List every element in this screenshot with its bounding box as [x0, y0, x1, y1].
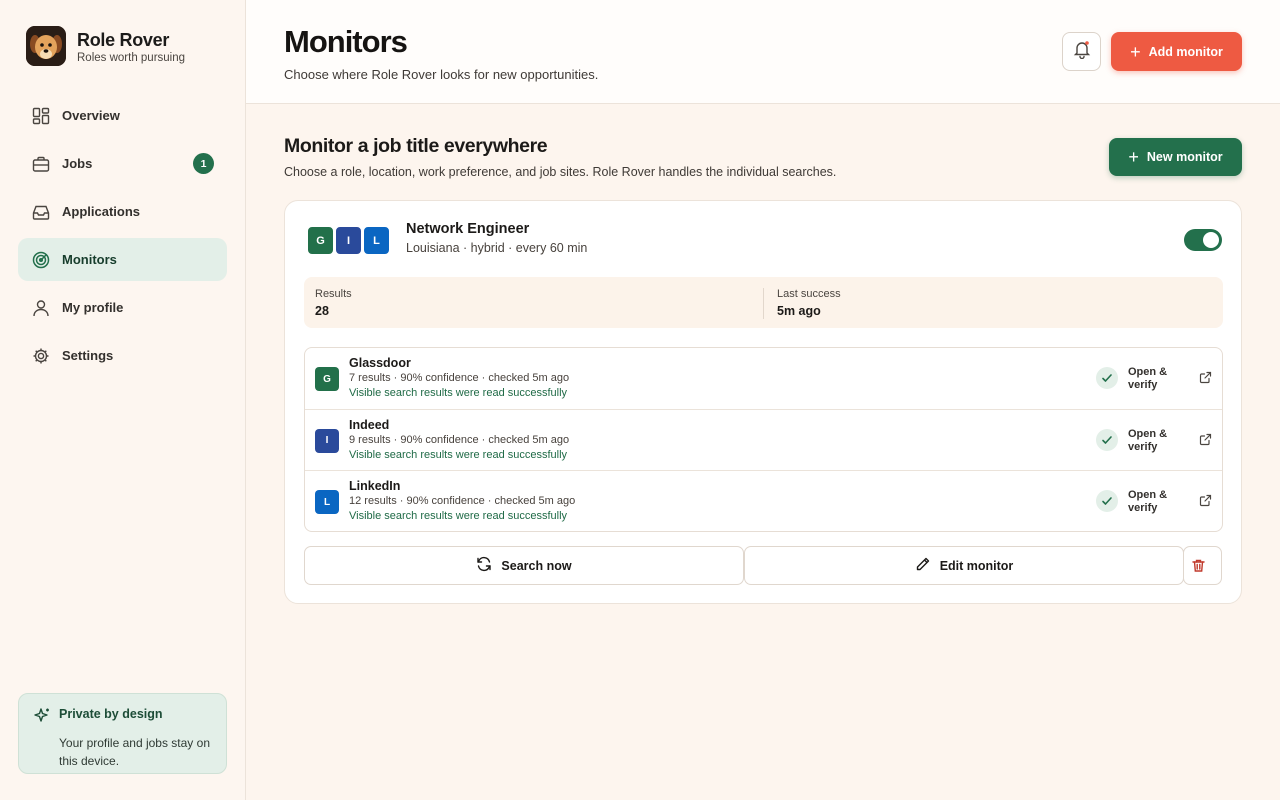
- linkedin-logo: L: [315, 490, 339, 514]
- site-status: Visible search results were read success…: [349, 510, 568, 522]
- sidebar-item-my-profile[interactable]: My profile: [18, 286, 227, 329]
- delete-monitor-button[interactable]: [1183, 546, 1222, 585]
- pencil-icon: [915, 556, 940, 575]
- monitor-title: Network Engineer: [406, 221, 530, 237]
- site-status: Visible search results were read success…: [349, 387, 568, 399]
- site-chips: G I L: [306, 225, 391, 256]
- results-stat: Results 28: [315, 288, 352, 318]
- jobs-count-badge: 1: [193, 153, 214, 174]
- privacy-title: Private by design: [59, 707, 163, 721]
- page-subtitle: Choose where Role Rover looks for new op…: [284, 67, 599, 82]
- site-meta: 7 results · 90% confidence · checked 5m …: [349, 372, 570, 384]
- radar-icon: [31, 250, 51, 270]
- external-link-icon[interactable]: [1199, 433, 1213, 447]
- sidebar: Role Rover Roles worth pursuing Overview…: [0, 0, 246, 800]
- monitor-enabled-toggle[interactable]: [1184, 229, 1222, 251]
- edit-monitor-label: Edit monitor: [939, 558, 1014, 573]
- page-header: Monitors Choose where Role Rover looks f…: [246, 0, 1280, 104]
- monitor-meta: Louisiana · hybrid · every 60 min: [406, 241, 588, 255]
- toggle-knob: [1203, 232, 1219, 248]
- site-meta: 9 results · 90% confidence · checked 5m …: [349, 433, 570, 446]
- dog-logo-icon: [26, 26, 66, 66]
- sidebar-item-overview[interactable]: Overview: [18, 94, 227, 137]
- check-icon: [1096, 490, 1118, 512]
- sidebar-nav: Overview Jobs 1 Applications Monitors My…: [18, 94, 227, 382]
- check-icon: [1096, 367, 1118, 389]
- bell-icon: [1072, 39, 1092, 64]
- plus-icon: +: [1130, 41, 1141, 62]
- briefcase-icon: [31, 154, 51, 174]
- check-icon: [1096, 428, 1118, 451]
- monitor-stats: Results 28 Last success 5m ago: [304, 277, 1223, 328]
- notifications-button[interactable]: [1062, 32, 1101, 71]
- linkedin-chip: L: [362, 225, 391, 256]
- glassdoor-chip: G: [306, 225, 335, 256]
- last-success-value: 5m ago: [777, 304, 821, 318]
- sidebar-item-label: Jobs: [62, 156, 93, 171]
- sidebar-item-label: Settings: [62, 348, 114, 363]
- search-now-label: Search now: [501, 558, 572, 573]
- trash-icon: [1191, 558, 1215, 573]
- site-name: Indeed: [349, 417, 390, 432]
- results-value: 28: [315, 304, 329, 318]
- section-subtitle: Choose a role, location, work preference…: [284, 165, 837, 179]
- refresh-icon: [476, 556, 501, 575]
- glassdoor-logo: G: [315, 367, 339, 391]
- privacy-text: Your profile and jobs stay on this devic…: [59, 736, 210, 768]
- open-verify-link[interactable]: Open & verify: [1128, 366, 1188, 392]
- monitor-card: G I L Network Engineer Louisiana · hybri…: [284, 200, 1242, 604]
- sidebar-item-applications[interactable]: Applications: [18, 190, 227, 233]
- search-now-button[interactable]: Search now: [304, 546, 744, 585]
- site-list: G Glassdoor 7 results · 90% confidence ·…: [304, 347, 1223, 532]
- main-content: Monitor a job title everywhere Choose a …: [246, 104, 1280, 800]
- add-monitor-label: Add monitor: [1148, 44, 1223, 59]
- page-title: Monitors: [284, 24, 408, 59]
- indeed-chip: I: [334, 225, 363, 256]
- sidebar-item-label: My profile: [62, 300, 124, 315]
- brand-tagline: Roles worth pursuing: [77, 51, 186, 64]
- sidebar-item-label: Overview: [62, 108, 120, 123]
- external-link-icon[interactable]: [1199, 494, 1213, 508]
- site-name: Glassdoor: [349, 356, 411, 370]
- brand-name: Role Rover: [77, 29, 170, 50]
- open-verify-link[interactable]: Open & verify: [1128, 489, 1188, 515]
- privacy-note: Private by design Your profile and jobs …: [18, 693, 227, 774]
- sidebar-item-label: Monitors: [62, 252, 117, 267]
- new-monitor-button[interactable]: + New monitor: [1109, 138, 1242, 176]
- brand[interactable]: Role Rover Roles worth pursuing: [26, 26, 185, 66]
- sparkle-icon: [33, 707, 51, 730]
- grid-icon: [31, 106, 51, 126]
- new-monitor-label: New monitor: [1146, 150, 1223, 164]
- sidebar-item-jobs[interactable]: Jobs 1: [18, 142, 227, 185]
- site-status: Visible search results were read success…: [349, 448, 568, 461]
- sidebar-item-settings[interactable]: Settings: [18, 334, 227, 377]
- site-row-glassdoor: G Glassdoor 7 results · 90% confidence ·…: [305, 348, 1222, 410]
- site-meta: 12 results · 90% confidence · checked 5m…: [349, 495, 576, 507]
- add-monitor-button[interactable]: + Add monitor: [1111, 32, 1242, 71]
- plus-icon: +: [1128, 147, 1139, 167]
- results-label: Results: [315, 288, 352, 300]
- last-success-stat: Last success 5m ago: [777, 288, 841, 318]
- external-link-icon[interactable]: [1199, 371, 1213, 385]
- inbox-icon: [31, 202, 51, 222]
- site-row-indeed: I Indeed 9 results · 90% confidence · ch…: [305, 410, 1222, 471]
- user-icon: [31, 298, 51, 318]
- site-row-linkedin: L LinkedIn 12 results · 90% confidence ·…: [305, 471, 1222, 531]
- gear-icon: [31, 346, 51, 366]
- stats-divider: [763, 288, 764, 319]
- sidebar-item-monitors[interactable]: Monitors: [18, 238, 227, 281]
- sidebar-item-label: Applications: [62, 204, 141, 219]
- section-title: Monitor a job title everywhere: [284, 135, 548, 157]
- last-success-label: Last success: [777, 288, 841, 300]
- site-name: LinkedIn: [349, 479, 401, 493]
- indeed-logo: I: [315, 428, 339, 453]
- edit-monitor-button[interactable]: Edit monitor: [744, 546, 1184, 585]
- open-verify-link[interactable]: Open & verify: [1128, 428, 1188, 454]
